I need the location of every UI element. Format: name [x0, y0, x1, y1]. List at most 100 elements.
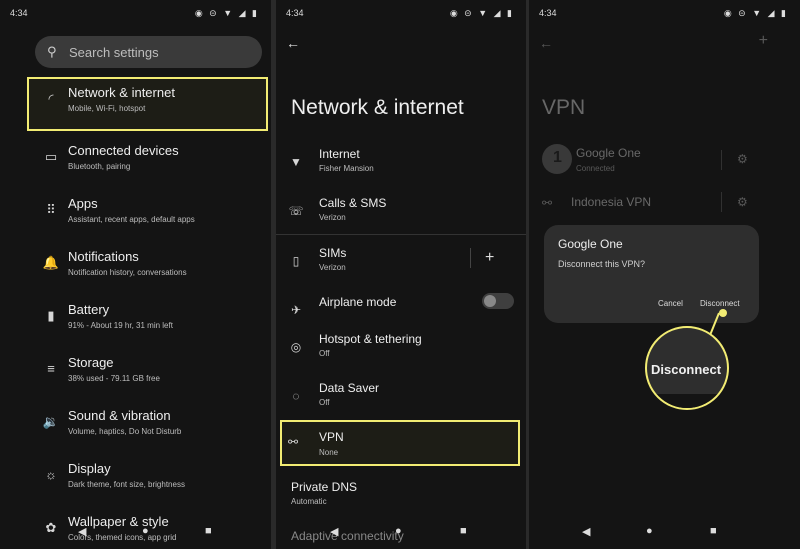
network-item-title: SIMs	[319, 246, 347, 260]
vpn-item-title: Indonesia VPN	[571, 195, 652, 209]
home-nav-icon[interactable]: ●	[142, 525, 149, 537]
network-item-sub: Off	[319, 349, 330, 358]
network-item-hotspot[interactable]: ◎ Hotspot & tethering Off	[276, 326, 526, 374]
network-item-vpn[interactable]: ⚯ VPN None	[280, 420, 520, 466]
recents-nav-icon[interactable]: ■	[205, 525, 212, 537]
disconnect-button[interactable]: Disconnect	[700, 299, 740, 308]
settings-item-title: Apps	[68, 196, 98, 211]
dialog-message: Disconnect this VPN?	[558, 259, 646, 269]
network-item-title: Private DNS	[291, 480, 358, 494]
network-item-calls[interactable]: ☏ Calls & SMS Verizon	[276, 190, 526, 238]
add-sim-icon[interactable]: +	[485, 249, 494, 267]
add-vpn-icon[interactable]: +	[759, 32, 768, 50]
settings-item-sub: Notification history, conversations	[68, 268, 187, 277]
calls-icon: ☏	[288, 204, 304, 218]
back-nav-icon[interactable]: ◀	[78, 525, 86, 538]
settings-item-sub: 91% - About 19 hr, 31 min left	[68, 321, 173, 330]
settings-item-network[interactable]: ◜ Network & internet Mobile, Wi‑Fi, hots…	[27, 77, 268, 131]
back-arrow-icon[interactable]: ←	[539, 35, 553, 51]
nav-bar: ◀ ● ■	[0, 525, 271, 539]
settings-item-sub: Dark theme, font size, brightness	[68, 480, 185, 489]
gear-icon[interactable]: ⚙	[737, 152, 748, 166]
vpn-icon: ⚯	[542, 196, 553, 210]
vpn-icon: ⚯	[288, 435, 299, 449]
display-icon: ☼	[45, 467, 57, 482]
settings-item-title: Sound & vibration	[68, 408, 171, 423]
network-item-sub: Off	[319, 398, 330, 407]
settings-item-storage[interactable]: ≡ Storage 38% used - 79.11 GB free	[0, 349, 271, 399]
home-nav-icon[interactable]: ●	[646, 525, 653, 537]
settings-item-title: Display	[68, 461, 111, 476]
apps-icon: ⠿	[46, 202, 56, 217]
search-icon: ⚲	[47, 44, 57, 59]
cancel-button[interactable]: Cancel	[658, 299, 683, 308]
settings-item-sub: Bluetooth, pairing	[68, 162, 131, 171]
page-title: Network & internet	[291, 96, 464, 119]
back-nav-icon[interactable]: ◀	[330, 525, 338, 538]
dialog-title: Google One	[558, 237, 623, 251]
bell-icon: 🔔	[42, 255, 60, 270]
network-item-title: VPN	[319, 430, 344, 444]
status-icons: ◉ ⊝ ▼ ◢ ▮	[723, 8, 788, 18]
google-one-logo: 1	[542, 144, 572, 174]
settings-item-display[interactable]: ☼ Display Dark theme, font size, brightn…	[0, 455, 271, 505]
battery-icon: ▮	[47, 308, 55, 323]
search-settings-bar[interactable]: ⚲ Search settings	[35, 36, 262, 68]
divider-vertical	[721, 150, 722, 170]
settings-item-sub: Mobile, Wi‑Fi, hotspot	[68, 104, 146, 113]
callout-zoom-circle: Disconnect	[645, 326, 729, 410]
recents-nav-icon[interactable]: ■	[710, 525, 717, 537]
home-nav-icon[interactable]: ●	[395, 525, 402, 537]
settings-item-notifications[interactable]: 🔔 Notifications Notification history, co…	[0, 243, 271, 293]
network-item-title: Data Saver	[319, 381, 380, 395]
settings-panel: 4:34 ◉ ⊝ ▼ ◢ ▮ ⚲ Search settings ◜ Netwo…	[0, 0, 271, 549]
settings-item-apps[interactable]: ⠿ Apps Assistant, recent apps, default a…	[0, 190, 271, 240]
status-time: 4:34	[10, 8, 28, 18]
settings-item-connected-devices[interactable]: ▭ Connected devices Bluetooth, pairing	[0, 137, 271, 187]
settings-item-sub: Volume, haptics, Do Not Disturb	[68, 427, 182, 436]
settings-item-sound[interactable]: 🔉 Sound & vibration Volume, haptics, Do …	[0, 402, 271, 452]
recents-nav-icon[interactable]: ■	[460, 525, 467, 537]
network-item-title: Internet	[319, 147, 360, 161]
back-arrow-icon[interactable]: ←	[286, 35, 300, 51]
network-item-sub: None	[319, 448, 339, 457]
data-saver-icon: ◌	[292, 389, 300, 403]
network-item-title: Airplane mode	[319, 295, 397, 309]
status-bar: 4:34 ◉ ⊝ ▼ ◢ ▮	[529, 8, 800, 22]
sim-icon: ▯	[292, 254, 300, 268]
settings-item-battery[interactable]: ▮ Battery 91% - About 19 hr, 31 min left	[0, 296, 271, 346]
network-item-internet[interactable]: ▼ Internet Fisher Mansion	[276, 141, 526, 189]
vpn-item-status: Connected	[576, 164, 615, 173]
page-title: VPN	[542, 96, 586, 119]
network-panel: 4:34 ◉ ⊝ ▼ ◢ ▮ ← Network & internet ▼ In…	[276, 0, 526, 549]
network-item-sub: Automatic	[291, 497, 327, 506]
gear-icon[interactable]: ⚙	[737, 195, 748, 209]
divider	[276, 234, 526, 235]
search-placeholder: Search settings	[69, 45, 159, 60]
wifi-icon: ▼	[290, 155, 302, 169]
airplane-mode-toggle[interactable]	[482, 293, 514, 309]
settings-item-title: Connected devices	[68, 143, 179, 158]
network-item-title: Calls & SMS	[319, 196, 387, 210]
settings-item-title: Network & internet	[68, 85, 175, 100]
nav-bar: ◀ ● ■	[529, 525, 800, 539]
settings-item-title: Notifications	[68, 249, 139, 264]
back-nav-icon[interactable]: ◀	[582, 525, 590, 538]
callout-label: Disconnect	[651, 362, 722, 377]
divider-vertical	[470, 248, 471, 268]
status-bar: 4:34 ◉ ⊝ ▼ ◢ ▮	[0, 8, 271, 22]
network-item-data-saver[interactable]: ◌ Data Saver Off	[276, 375, 526, 423]
status-time: 4:34	[286, 8, 304, 18]
status-bar: 4:34 ◉ ⊝ ▼ ◢ ▮	[276, 8, 526, 22]
wifi-icon: ◜	[48, 91, 54, 106]
settings-item-title: Storage	[68, 355, 114, 370]
divider-vertical	[721, 192, 722, 212]
disconnect-dialog: Google One Disconnect this VPN? Cancel D…	[544, 225, 759, 323]
airplane-icon: ✈	[290, 303, 302, 317]
vpn-item-title: Google One	[576, 146, 641, 160]
network-item-sub: Verizon	[319, 263, 346, 272]
status-time: 4:34	[539, 8, 557, 18]
network-item-private-dns[interactable]: Private DNS Automatic	[276, 474, 526, 522]
status-icons: ◉ ⊝ ▼ ◢ ▮	[449, 8, 514, 18]
status-icons: ◉ ⊝ ▼ ◢ ▮	[194, 8, 259, 18]
